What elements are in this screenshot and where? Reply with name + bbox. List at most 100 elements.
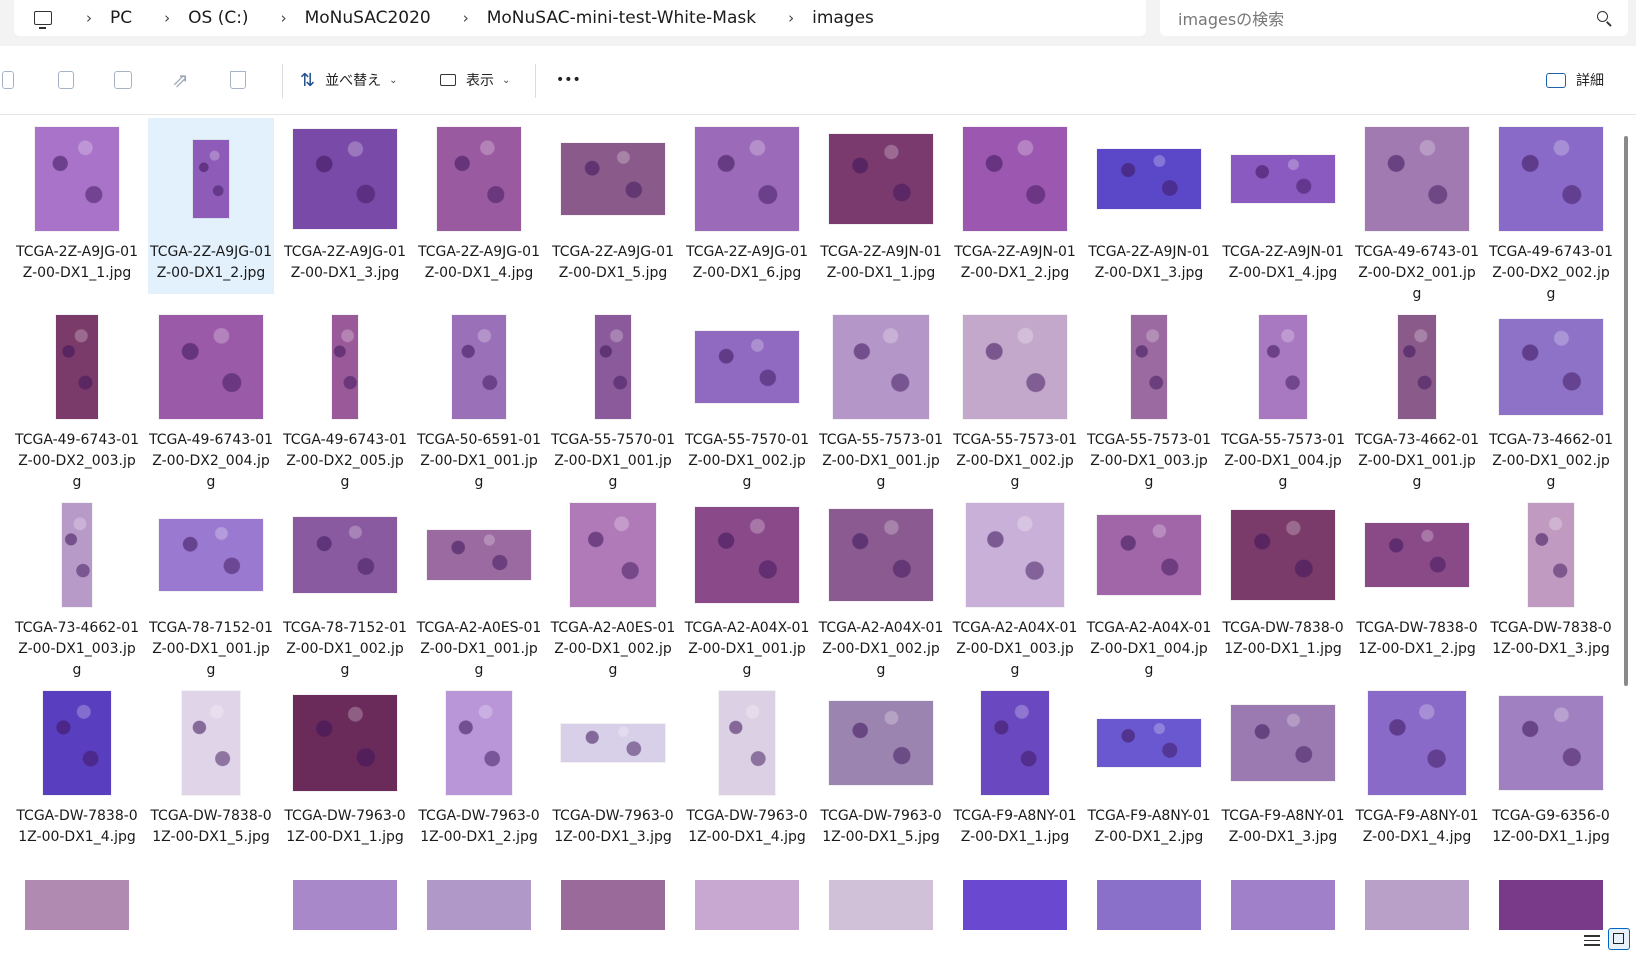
file-item[interactable]: TCGA-73-4662-01Z-00-DX1_001.jpg: [1354, 306, 1480, 490]
file-item[interactable]: TCGA-DW-7963-01Z-00-DX1_1.jpg: [282, 682, 408, 858]
more-options-button[interactable]: •••: [556, 46, 581, 114]
file-item[interactable]: TCGA-DW-7838-01Z-00-DX1_1.jpg: [1220, 494, 1346, 670]
partial-thumbnail[interactable]: [25, 880, 129, 936]
file-item[interactable]: TCGA-49-6743-01Z-00-DX2_004.jpg: [148, 306, 274, 490]
file-name: TCGA-2Z-A9JN-01Z-00-DX1_3.jpg: [1088, 244, 1210, 281]
file-item[interactable]: TCGA-55-7570-01Z-00-DX1_001.jpg: [550, 306, 676, 490]
file-item[interactable]: TCGA-F9-A8NY-01Z-00-DX1_2.jpg: [1086, 682, 1212, 858]
breadcrumb-images[interactable]: images: [812, 8, 874, 28]
file-item[interactable]: TCGA-73-4662-01Z-00-DX1_002.jpg: [1488, 306, 1614, 490]
file-item[interactable]: TCGA-DW-7838-01Z-00-DX1_4.jpg: [14, 682, 140, 858]
partial-thumbnail[interactable]: [1365, 880, 1469, 936]
chevron-right-icon[interactable]: ›: [788, 9, 794, 27]
file-item[interactable]: TCGA-G9-6356-01Z-00-DX1_1.jpg: [1488, 682, 1614, 858]
file-item[interactable]: TCGA-2Z-A9JN-01Z-00-DX1_1.jpg: [818, 118, 944, 294]
partial-thumbnail[interactable]: [829, 880, 933, 936]
file-item[interactable]: TCGA-2Z-A9JG-01Z-00-DX1_4.jpg: [416, 118, 542, 294]
partial-thumbnail[interactable]: [1097, 880, 1201, 936]
file-item[interactable]: TCGA-2Z-A9JN-01Z-00-DX1_3.jpg: [1086, 118, 1212, 294]
vertical-scrollbar[interactable]: [1624, 136, 1628, 686]
file-item[interactable]: TCGA-55-7573-01Z-00-DX1_002.jpg: [952, 306, 1078, 490]
breadcrumb-monusac[interactable]: MoNuSAC2020: [305, 8, 431, 28]
file-item[interactable]: TCGA-2Z-A9JN-01Z-00-DX1_2.jpg: [952, 118, 1078, 294]
search-icon[interactable]: [1597, 11, 1608, 22]
paste-button[interactable]: [58, 46, 74, 114]
view-button[interactable]: 表示 ⌄: [440, 46, 510, 114]
address-bar[interactable]: › PC › OS (C:) › MoNuSAC2020 › MoNuSAC-m…: [14, 0, 1146, 36]
thumbnail-area: [416, 494, 542, 616]
file-item[interactable]: TCGA-2Z-A9JG-01Z-00-DX1_2.jpg: [148, 118, 274, 294]
image-thumbnail: [1097, 149, 1201, 209]
file-item[interactable]: TCGA-49-6743-01Z-00-DX2_002.jpg: [1488, 118, 1614, 302]
chevron-right-icon[interactable]: ›: [463, 9, 469, 27]
partial-thumbnail[interactable]: [427, 880, 531, 936]
file-item[interactable]: TCGA-A2-A0ES-01Z-00-DX1_001.jpg: [416, 494, 542, 678]
rename-button[interactable]: [114, 46, 132, 114]
chevron-right-icon[interactable]: ›: [86, 9, 92, 27]
file-item[interactable]: TCGA-2Z-A9JN-01Z-00-DX1_4.jpg: [1220, 118, 1346, 294]
details-view-toggle[interactable]: [1584, 932, 1600, 948]
command-bar: ⇗ ⇅ 並べ替え ⌄ 表示 ⌄ ••• 詳細: [0, 46, 1636, 115]
thumbnail-view-toggle[interactable]: [1608, 928, 1630, 950]
file-item[interactable]: TCGA-2Z-A9JG-01Z-00-DX1_6.jpg: [684, 118, 810, 294]
search-input[interactable]: imagesの検索: [1178, 6, 1284, 30]
chevron-down-icon: ⌄: [502, 74, 511, 86]
file-item[interactable]: TCGA-DW-7963-01Z-00-DX1_2.jpg: [416, 682, 542, 858]
chevron-right-icon[interactable]: ›: [281, 9, 287, 27]
file-item[interactable]: TCGA-A2-A04X-01Z-00-DX1_001.jpg: [684, 494, 810, 678]
file-item[interactable]: TCGA-78-7152-01Z-00-DX1_001.jpg: [148, 494, 274, 678]
file-item[interactable]: TCGA-2Z-A9JG-01Z-00-DX1_3.jpg: [282, 118, 408, 294]
file-item[interactable]: TCGA-2Z-A9JG-01Z-00-DX1_1.jpg: [14, 118, 140, 294]
thumbnail-area: [684, 118, 810, 240]
file-item[interactable]: TCGA-49-6743-01Z-00-DX2_005.jpg: [282, 306, 408, 490]
file-item[interactable]: TCGA-73-4662-01Z-00-DX1_003.jpg: [14, 494, 140, 678]
delete-button[interactable]: [230, 46, 246, 114]
thumbnail-area: [818, 682, 944, 804]
file-item[interactable]: TCGA-49-6743-01Z-00-DX2_001.jpg: [1354, 118, 1480, 302]
file-item[interactable]: TCGA-F9-A8NY-01Z-00-DX1_1.jpg: [952, 682, 1078, 858]
breadcrumb-pc[interactable]: PC: [110, 8, 132, 28]
breadcrumb-drive[interactable]: OS (C:): [188, 8, 248, 28]
image-thumbnail: [829, 509, 933, 601]
file-item[interactable]: TCGA-A2-A04X-01Z-00-DX1_004.jpg: [1086, 494, 1212, 678]
file-item[interactable]: TCGA-A2-A0ES-01Z-00-DX1_002.jpg: [550, 494, 676, 678]
thumbnail-area: [1086, 118, 1212, 240]
file-item[interactable]: TCGA-49-6743-01Z-00-DX2_003.jpg: [14, 306, 140, 490]
details-pane-button[interactable]: 詳細: [1546, 46, 1604, 114]
thumbnail-area: [952, 118, 1078, 240]
partial-thumbnail[interactable]: [1231, 880, 1335, 936]
file-item[interactable]: TCGA-F9-A8NY-01Z-00-DX1_3.jpg: [1220, 682, 1346, 858]
file-item[interactable]: TCGA-DW-7838-01Z-00-DX1_3.jpg: [1488, 494, 1614, 670]
file-item[interactable]: TCGA-DW-7838-01Z-00-DX1_5.jpg: [148, 682, 274, 858]
file-item[interactable]: TCGA-55-7573-01Z-00-DX1_004.jpg: [1220, 306, 1346, 490]
file-item[interactable]: TCGA-2Z-A9JG-01Z-00-DX1_5.jpg: [550, 118, 676, 294]
file-item[interactable]: TCGA-55-7573-01Z-00-DX1_003.jpg: [1086, 306, 1212, 490]
search-box[interactable]: imagesの検索: [1160, 0, 1628, 36]
partial-thumbnail[interactable]: [159, 880, 263, 936]
thumbnail-area: [14, 682, 140, 804]
file-item[interactable]: TCGA-A2-A04X-01Z-00-DX1_003.jpg: [952, 494, 1078, 678]
partial-thumbnail[interactable]: [695, 880, 799, 936]
file-item[interactable]: TCGA-55-7570-01Z-00-DX1_002.jpg: [684, 306, 810, 490]
partial-thumbnail[interactable]: [963, 880, 1067, 936]
copy-button[interactable]: [2, 46, 14, 114]
file-item[interactable]: TCGA-DW-7963-01Z-00-DX1_4.jpg: [684, 682, 810, 858]
chevron-right-icon[interactable]: ›: [164, 9, 170, 27]
partial-thumbnail[interactable]: [561, 880, 665, 936]
file-item[interactable]: TCGA-DW-7963-01Z-00-DX1_3.jpg: [550, 682, 676, 858]
file-item[interactable]: TCGA-78-7152-01Z-00-DX1_002.jpg: [282, 494, 408, 678]
image-thumbnail: [182, 691, 240, 795]
file-item[interactable]: TCGA-50-6591-01Z-00-DX1_001.jpg: [416, 306, 542, 490]
file-item[interactable]: TCGA-DW-7838-01Z-00-DX1_2.jpg: [1354, 494, 1480, 670]
share-button[interactable]: ⇗: [172, 46, 189, 114]
breadcrumb-mini-test[interactable]: MoNuSAC-mini-test-White-Mask: [487, 8, 756, 28]
file-name: TCGA-A2-A0ES-01Z-00-DX1_002.jpg: [550, 620, 676, 678]
file-item[interactable]: TCGA-F9-A8NY-01Z-00-DX1_4.jpg: [1354, 682, 1480, 858]
computer-icon[interactable]: [34, 11, 52, 29]
file-item[interactable]: TCGA-DW-7963-01Z-00-DX1_5.jpg: [818, 682, 944, 858]
file-item[interactable]: TCGA-A2-A04X-01Z-00-DX1_002.jpg: [818, 494, 944, 678]
partial-thumbnail[interactable]: [293, 880, 397, 936]
partial-thumbnail[interactable]: [1499, 880, 1603, 936]
file-item[interactable]: TCGA-55-7573-01Z-00-DX1_001.jpg: [818, 306, 944, 490]
sort-button[interactable]: ⇅ 並べ替え ⌄: [300, 46, 397, 114]
